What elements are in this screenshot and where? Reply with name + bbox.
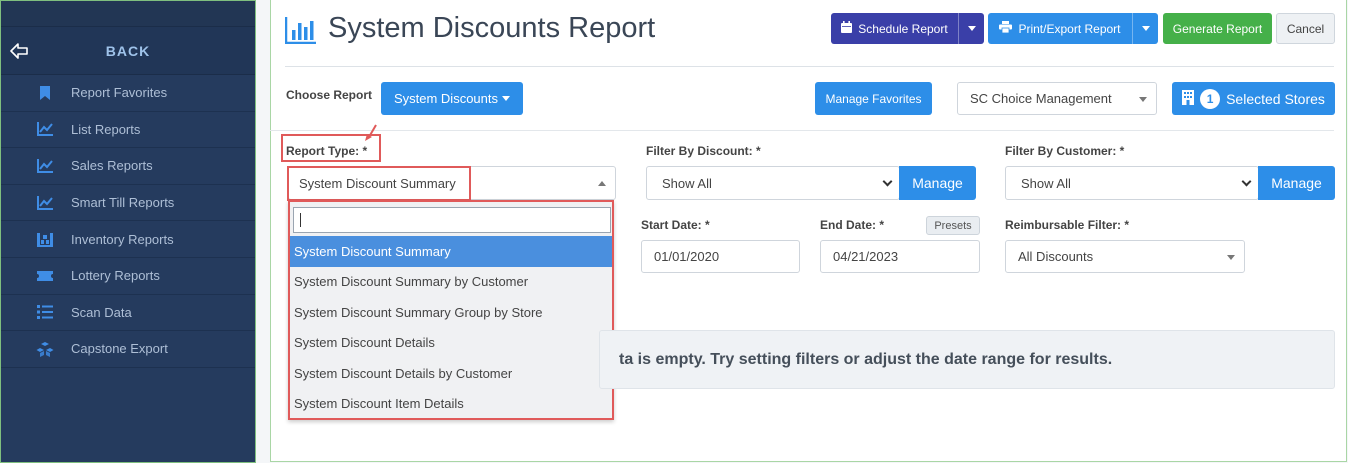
sidebar-item-inventory-reports[interactable]: Inventory Reports — [1, 221, 255, 258]
sidebar-item-scan-data[interactable]: Scan Data — [1, 295, 255, 332]
selected-stores-count: 1 — [1200, 88, 1221, 109]
sidebar-item-list-reports[interactable]: List Reports — [1, 112, 255, 149]
text-cursor — [300, 213, 301, 227]
chevron-down-icon — [882, 176, 893, 187]
filter-discount-label: Filter By Discount: * — [646, 144, 761, 158]
dropdown-search-input[interactable] — [293, 207, 611, 233]
caret-down-icon — [1139, 96, 1147, 102]
reimbursable-filter-select[interactable]: All Discounts — [1005, 240, 1245, 273]
schedule-dropdown-toggle[interactable] — [958, 13, 984, 44]
sidebar-item-lottery-reports[interactable]: Lottery Reports — [1, 258, 255, 295]
building-icon — [1182, 89, 1195, 108]
chevron-down-icon — [1241, 176, 1252, 187]
section-divider — [270, 130, 1334, 131]
report-type-label: Report Type: * — [286, 144, 368, 158]
bookmark-icon — [34, 84, 56, 102]
choose-report-value: System Discounts — [393, 91, 499, 106]
end-date-label: End Date: * — [820, 218, 885, 232]
calendar-icon — [841, 21, 853, 36]
sidebar-item-smart-till-reports[interactable]: Smart Till Reports — [1, 185, 255, 222]
schedule-report-label: Schedule Report — [858, 21, 948, 36]
header-divider — [285, 66, 1334, 67]
caret-down-icon — [967, 26, 976, 31]
line-chart-icon — [34, 194, 56, 212]
print-export-button[interactable]: Print/Export Report — [988, 13, 1158, 44]
page-title: System Discounts Report — [328, 12, 656, 44]
filter-customer-label: Filter By Customer: * — [1005, 144, 1125, 158]
sidebar-item-report-favorites[interactable]: Report Favorites — [1, 75, 255, 112]
sidebar-item-label: Inventory Reports — [71, 231, 174, 247]
print-export-label: Print/Export Report — [1018, 21, 1121, 36]
caret-down-icon — [1227, 254, 1235, 260]
filter-discount-select[interactable]: Show All — [646, 166, 900, 200]
empty-state-text: ta is empty. Try setting filters or adju… — [619, 350, 1113, 368]
cancel-button[interactable]: Cancel — [1276, 13, 1335, 44]
cubes-icon — [34, 340, 56, 358]
end-date-input[interactable]: 04/21/2023 — [820, 240, 980, 273]
sidebar-item-label: Lottery Reports — [71, 268, 160, 284]
dropdown-option[interactable]: System Discount Summary Group by Store — [290, 297, 612, 328]
sidebar-item-label: Sales Reports — [71, 158, 153, 174]
filter-discount-value: Show All — [662, 175, 712, 191]
manage-customer-button[interactable]: Manage — [1258, 166, 1335, 200]
back-button[interactable]: BACK — [1, 27, 255, 75]
presets-button[interactable]: Presets — [926, 216, 980, 235]
manage-discount-button[interactable]: Manage — [899, 166, 976, 200]
sidebar-item-label: Capstone Export — [71, 341, 168, 357]
bar-chart-icon — [284, 16, 317, 45]
dropdown-option[interactable]: System Discount Details — [290, 328, 612, 359]
caret-up-icon — [598, 181, 606, 186]
warehouse-icon — [34, 230, 56, 248]
sidebar-item-label: Scan Data — [71, 304, 132, 320]
print-dropdown-toggle[interactable] — [1132, 13, 1158, 44]
arrow-left-icon — [1, 42, 37, 59]
ticket-icon — [34, 267, 56, 285]
management-select[interactable]: SC Choice Management — [957, 82, 1157, 115]
filter-customer-select[interactable]: Show All — [1005, 166, 1259, 200]
selected-stores-label: Selected Stores — [1226, 90, 1325, 107]
sidebar: BACK Report Favorites List Reports Sales… — [0, 0, 256, 463]
sidebar-item-label: Report Favorites — [71, 85, 168, 101]
dropdown-option[interactable]: System Discount Item Details — [290, 389, 612, 420]
sidebar-item-label: List Reports — [71, 121, 141, 137]
red-arrow-icon — [364, 124, 378, 142]
empty-state-message: ta is empty. Try setting filters or adju… — [599, 330, 1335, 389]
reimbursable-filter-label: Reimbursable Filter: * — [1005, 218, 1130, 232]
report-type-value-highlight — [287, 166, 471, 201]
caret-down-icon — [1141, 26, 1150, 31]
back-label: BACK — [105, 42, 151, 59]
schedule-report-button[interactable]: Schedule Report — [831, 13, 984, 44]
generate-report-button[interactable]: Generate Report — [1163, 13, 1272, 44]
reimbursable-filter-value: All Discounts — [1018, 249, 1094, 264]
manage-favorites-button[interactable]: Manage Favorites — [815, 82, 932, 115]
line-chart-icon — [34, 120, 56, 138]
start-date-input[interactable]: 01/01/2020 — [641, 240, 800, 273]
sidebar-item-capstone-export[interactable]: Capstone Export — [1, 331, 255, 368]
start-date-label: Start Date: * — [641, 218, 710, 232]
choose-report-dropdown[interactable]: System Discounts — [381, 82, 523, 115]
dropdown-option[interactable]: System Discount Summary — [290, 236, 612, 267]
caret-down-icon — [502, 96, 511, 101]
dropdown-option[interactable]: System Discount Details by Customer — [290, 358, 612, 389]
selected-stores-button[interactable]: 1 Selected Stores — [1172, 82, 1335, 115]
sidebar-item-label: Smart Till Reports — [71, 195, 175, 211]
choose-report-label: Choose Report — [286, 88, 373, 102]
sidebar-item-sales-reports[interactable]: Sales Reports — [1, 148, 255, 185]
dropdown-option[interactable]: System Discount Summary by Customer — [290, 267, 612, 298]
filter-customer-value: Show All — [1021, 175, 1071, 191]
management-value: SC Choice Management — [970, 91, 1112, 106]
print-icon — [999, 21, 1013, 36]
line-chart-icon — [34, 157, 56, 175]
report-type-dropdown: System Discount Summary System Discount … — [288, 200, 614, 420]
sidebar-top-strip — [1, 1, 255, 27]
list-icon — [34, 303, 56, 321]
